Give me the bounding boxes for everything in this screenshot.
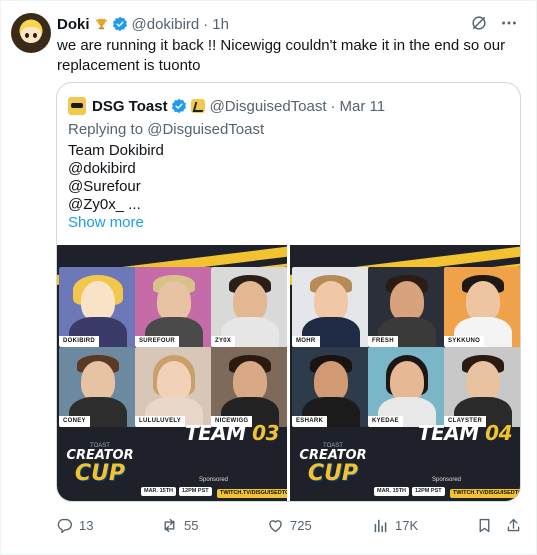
player-card: LULULUVELY (135, 347, 212, 427)
quote-body: Team Dokibird @dokibird @Surefour @Zy0x_… (68, 142, 164, 232)
team-label: TEAM 03 (185, 421, 279, 445)
event-info-bar: Sponsored MAR. 15TH 12PM PST TWITCH.TV/D… (290, 477, 520, 501)
quote-line: @Surefour (68, 178, 141, 195)
more-icon[interactable] (500, 14, 518, 32)
affiliate-badge-icon (190, 99, 205, 113)
tweet-top-actions (470, 14, 518, 32)
quote-author-handle[interactable]: @DisguisedToast (210, 98, 327, 115)
team-label: TEAM 04 (418, 421, 512, 445)
team-04-image[interactable]: MOHR FRESH SYKKUNO ESHARK KYEDAE CLAYSTE… (290, 245, 520, 501)
quoted-tweet[interactable]: DSG Toast @DisguisedToast · Mar 11 Reply… (56, 82, 521, 502)
reply-count: 13 (79, 518, 94, 533)
author-avatar[interactable] (11, 13, 51, 53)
player-card: CONEY (59, 347, 136, 427)
player-card: DOKIBIRD (59, 267, 136, 347)
replying-to[interactable]: Replying to @DisguisedToast (68, 121, 264, 138)
like-button[interactable]: 725 (267, 517, 312, 534)
player-card: ESHARK (292, 347, 369, 427)
player-card: KYEDAE (368, 347, 445, 427)
player-card: FRESH (368, 267, 445, 347)
quote-header: DSG Toast @DisguisedToast · Mar 11 (68, 96, 385, 116)
separator-dot: · (330, 97, 336, 115)
player-card: NICEWIGG (211, 347, 287, 427)
separator-dot: · (203, 15, 209, 33)
share-button[interactable] (505, 517, 522, 534)
quote-line: @dokibird (68, 160, 136, 177)
like-icon (267, 517, 284, 534)
bookmark-icon (476, 517, 493, 534)
bookmark-button[interactable] (476, 517, 493, 534)
player-card: CLAYSTER (444, 347, 520, 427)
quote-date[interactable]: Mar 11 (340, 98, 386, 115)
quote-media: DOKIBIRD SUREFOUR ZY0X CONEY LULULUVELY … (57, 245, 520, 501)
player-card: ZY0X (211, 267, 287, 347)
player-card: MOHR (292, 267, 369, 347)
grok-icon[interactable] (470, 14, 488, 32)
team-03-image[interactable]: DOKIBIRD SUREFOUR ZY0X CONEY LULULUVELY … (57, 245, 287, 501)
tweet-header: Doki @dokibird · 1h (57, 14, 229, 34)
reply-button[interactable]: 13 (56, 517, 93, 534)
repost-button[interactable]: 55 (161, 517, 198, 534)
views-button[interactable]: 17K (372, 517, 418, 534)
verified-icon (171, 98, 187, 114)
views-icon (372, 517, 389, 534)
views-count: 17K (395, 518, 419, 533)
like-count: 725 (290, 518, 312, 533)
repost-icon (161, 517, 178, 534)
quote-line: @Zy0x_ ... (68, 196, 141, 213)
repost-count: 55 (184, 518, 199, 533)
player-card: SUREFOUR (135, 267, 212, 347)
share-icon (505, 517, 522, 534)
reply-icon (56, 517, 73, 534)
verified-icon (112, 16, 128, 32)
quote-line: Team Dokibird (68, 142, 164, 159)
author-name[interactable]: Doki (57, 16, 90, 33)
tweet-actions: 13 55 725 17K (56, 517, 524, 537)
player-card: SYKKUNO (444, 267, 520, 347)
tweet-time[interactable]: 1h (212, 16, 229, 33)
tweet-text: we are running it back !! Nicewigg could… (57, 37, 506, 74)
quote-author-name[interactable]: DSG Toast (92, 98, 168, 115)
trophy-icon (94, 17, 109, 32)
author-handle[interactable]: @dokibird (132, 16, 200, 33)
tweet-card[interactable]: Doki @dokibird · 1h we are running it ba… (0, 0, 537, 555)
event-info-bar: Sponsored MAR. 15TH 12PM PST TWITCH.TV/D… (57, 477, 287, 501)
show-more-link[interactable]: Show more (68, 214, 164, 232)
quote-author-avatar[interactable] (68, 97, 86, 115)
